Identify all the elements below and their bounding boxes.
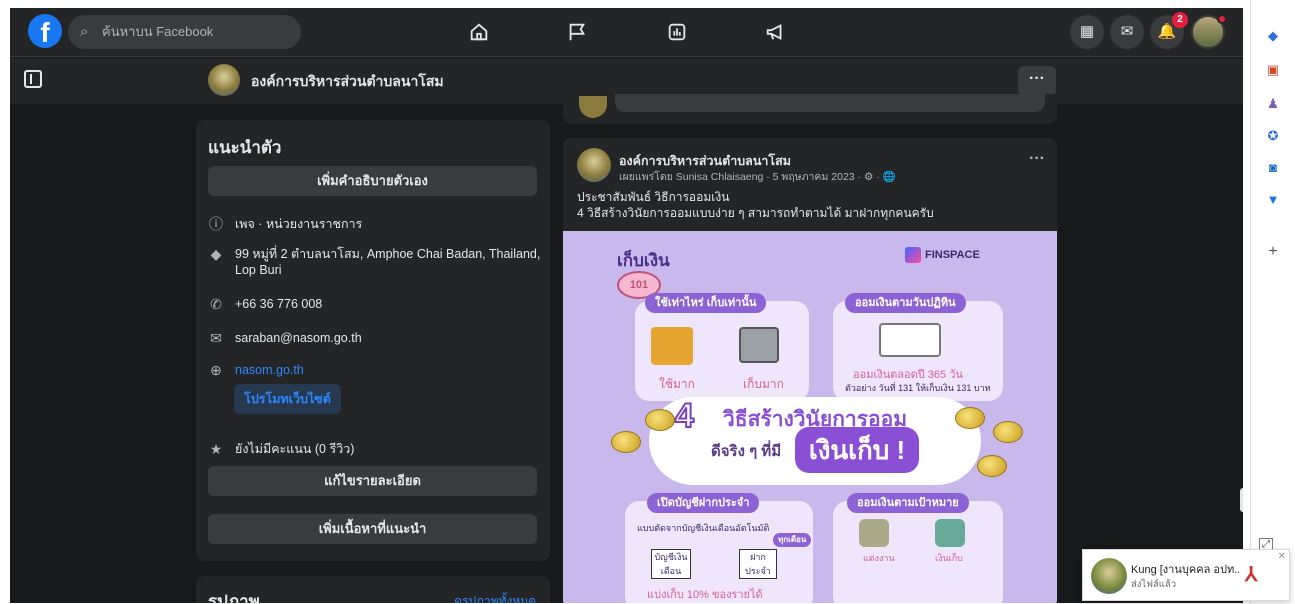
facebook-top-bar: f ⌕ ค้นหาบน Facebook ▦ ✉ 🔔 2 (10, 8, 1243, 57)
messenger-icon[interactable]: ✉ (1110, 15, 1144, 49)
search-placeholder: ค้นหาบน Facebook (102, 24, 214, 39)
panel-fixed-deposit-text: แบบตัดจากบัญชีเงินเดือนอัตโนมัติ (637, 523, 770, 533)
post-line-1: ประชาสัมพันธ์ วิธีการออมเงิน (577, 190, 730, 204)
toast-title: Kung [งานบุคคล อปท... (1131, 564, 1239, 576)
page-more-button[interactable]: ··· (1018, 66, 1056, 96)
info-icon: ⓘ (209, 216, 223, 232)
post-line-2: 4 วิธีสร้างวินัยการออมแบบง่าย ๆ สามารถทำ… (577, 206, 934, 220)
panel-save-label: เก็บมาก (743, 377, 784, 391)
star-icon: ★ (209, 441, 223, 457)
panel-fixed-deposit-tag: เปิดบัญชีฝากประจำ (647, 493, 760, 513)
mail-icon: ✉ (210, 330, 222, 346)
post-meta: เผยแพร่โดย Sunisa Chlaisaeng · 5 พฤษภาคม… (619, 171, 896, 183)
toast-avatar (1091, 558, 1127, 594)
phone-text: +66 36 776 008 (235, 297, 323, 311)
copilot-icon[interactable]: ✪ (1265, 128, 1281, 144)
flag-icon[interactable] (566, 21, 590, 43)
add-bio-button[interactable]: เพิ่มคำอธิบายตัวเอง (208, 166, 537, 196)
rating-text: ยังไม่มีคะแนน (0 รีวิว) (235, 442, 355, 456)
add-sidebar-app-icon[interactable]: + (1265, 244, 1281, 260)
browser-sidebar: ◆ ▣ ♟ ✪ ◙ ▼ + (1250, 0, 1295, 604)
intro-card: แนะนำตัว เพิ่มคำอธิบายตัวเอง ⓘ เพจ · หน่… (196, 120, 550, 561)
phone-icon: ✆ (210, 296, 222, 312)
browser-viewport: f ⌕ ค้นหาบน Facebook ▦ ✉ 🔔 2 องค์การบริห… (10, 8, 1243, 603)
post-body: ประชาสัมพันธ์ วิธีการออมเงิน 4 วิธีสร้าง… (577, 189, 934, 221)
sidebar-toggle-icon[interactable] (24, 70, 42, 88)
composer-input[interactable] (615, 94, 1045, 112)
coin-icon (611, 431, 641, 453)
see-all-photos-link[interactable]: ดูรูปภาพทั้งหมด (454, 592, 536, 603)
add-featured-button[interactable]: เพิ่มเนื้อหาที่แนะนำ (208, 514, 537, 544)
post-author-avatar[interactable] (577, 148, 611, 182)
center-sub: ดีจริง ๆ ที่มี (711, 443, 782, 460)
menu-grid-icon[interactable]: ▦ (1070, 15, 1104, 49)
photos-heading: รูปภาพ (208, 592, 260, 603)
toast-subtitle: ส่งไฟล์แล้ว (1131, 579, 1177, 590)
page-title[interactable]: องค์การบริหารส่วนตำบลนาโสม (251, 71, 444, 93)
ring-jar-icon (859, 519, 889, 547)
post-composer[interactable] (563, 94, 1057, 124)
coin-icon (955, 407, 985, 429)
notification-badge: 2 (1172, 12, 1188, 28)
profile-alert-dot (1217, 14, 1227, 24)
outlook-icon[interactable]: ◙ (1265, 160, 1281, 176)
coin-icon (645, 409, 675, 431)
search-input[interactable]: ⌕ ค้นหาบน Facebook (68, 15, 301, 49)
panel-calendar-sub: ตัวอย่าง วันที่ 131 ให้เก็บเงิน 131 บาท (845, 383, 991, 393)
edit-details-button[interactable]: แก้ไขรายละเอียด (208, 466, 537, 496)
monthly-badge: ทุกเดือน (773, 533, 812, 547)
intro-heading: แนะนำตัว (208, 138, 282, 157)
fixed-deposit-label: ฝากประจำ (739, 549, 777, 579)
globe-icon: ⊕ (210, 362, 222, 378)
center-number: 4 (674, 396, 695, 436)
directions-icon: ◆ (210, 246, 222, 262)
center-box: เงินเก็บ ! (795, 427, 919, 473)
toolbox-icon[interactable]: ▣ (1265, 62, 1281, 78)
tag-icon[interactable]: ◆ (1265, 28, 1281, 44)
money-jar-icon (935, 519, 965, 547)
panel-calendar-tag: ออมเงินตามวันปฏิทิน (845, 293, 966, 313)
address-text: 99 หมู่ที่ 2 ตำบลนาโสม, Amphoe Chai Bada… (235, 247, 541, 277)
email-text: saraban@nasom.go.th (235, 331, 362, 345)
coin-icon (993, 421, 1023, 443)
panel-spend-label: ใช้มาก (659, 377, 695, 391)
goal-wedding-label: แต่งงาน (863, 553, 895, 563)
panel-goal-tag: ออมเงินตามเป้าหมาย (847, 493, 969, 513)
feed-post: องค์การบริหารส่วนตำบลนาโสม เผยแพร่โดย Su… (563, 138, 1057, 603)
calendar-icon (879, 323, 941, 357)
finspace-logo-icon (905, 247, 921, 263)
post-image[interactable]: เก็บเงิน 101 FINSPACE ใช้เท่าไหร่ เก็บเท… (563, 231, 1057, 603)
coin-icon (977, 455, 1007, 477)
download-toast[interactable]: Kung [งานบุคคล อปท... ส่งไฟล์แล้ว ⅄ ✕ (1082, 549, 1290, 601)
shopping-bags-icon (651, 327, 693, 365)
panel-fixed-deposit-bottom: แบ่งเก็บ 10% ของรายได้ (647, 589, 763, 601)
facebook-logo-icon[interactable]: f (28, 14, 62, 48)
bird-icon[interactable]: ▼ (1265, 192, 1281, 208)
games-icon[interactable]: ♟ (1265, 96, 1281, 112)
category-text: เพจ · หน่วยงานราชการ (235, 217, 363, 231)
megaphone-icon[interactable] (764, 21, 788, 43)
safe-icon (739, 327, 779, 363)
panel-goal (833, 501, 1003, 603)
infographic-header: เก็บเงิน (617, 251, 670, 270)
search-icon: ⌕ (80, 23, 89, 40)
page-scrollbar[interactable] (1240, 488, 1243, 512)
salary-account-label: บัญชีเงินเดือน (651, 549, 691, 579)
brand-name: FINSPACE (925, 249, 980, 261)
home-icon[interactable] (468, 21, 492, 43)
notifications-bell-icon[interactable]: 🔔 2 (1150, 12, 1188, 49)
pdf-icon[interactable]: ⅄ (1245, 562, 1257, 587)
composer-avatar (579, 96, 607, 118)
promote-website-button[interactable]: โปรโมทเว็บไซต์ (234, 384, 341, 414)
post-options-button[interactable]: ··· (1029, 150, 1045, 168)
website-link[interactable]: nasom.go.th (235, 362, 545, 378)
insights-icon[interactable] (666, 21, 690, 43)
photos-card: รูปภาพ ดูรูปภาพทั้งหมด (196, 576, 550, 603)
close-icon[interactable]: ✕ (1278, 551, 1286, 562)
goal-savings-label: เงินเก็บ (935, 553, 963, 563)
page-avatar[interactable] (208, 64, 240, 96)
panel-spend-save-tag: ใช้เท่าไหร่ เก็บเท่านั้น (645, 293, 767, 313)
